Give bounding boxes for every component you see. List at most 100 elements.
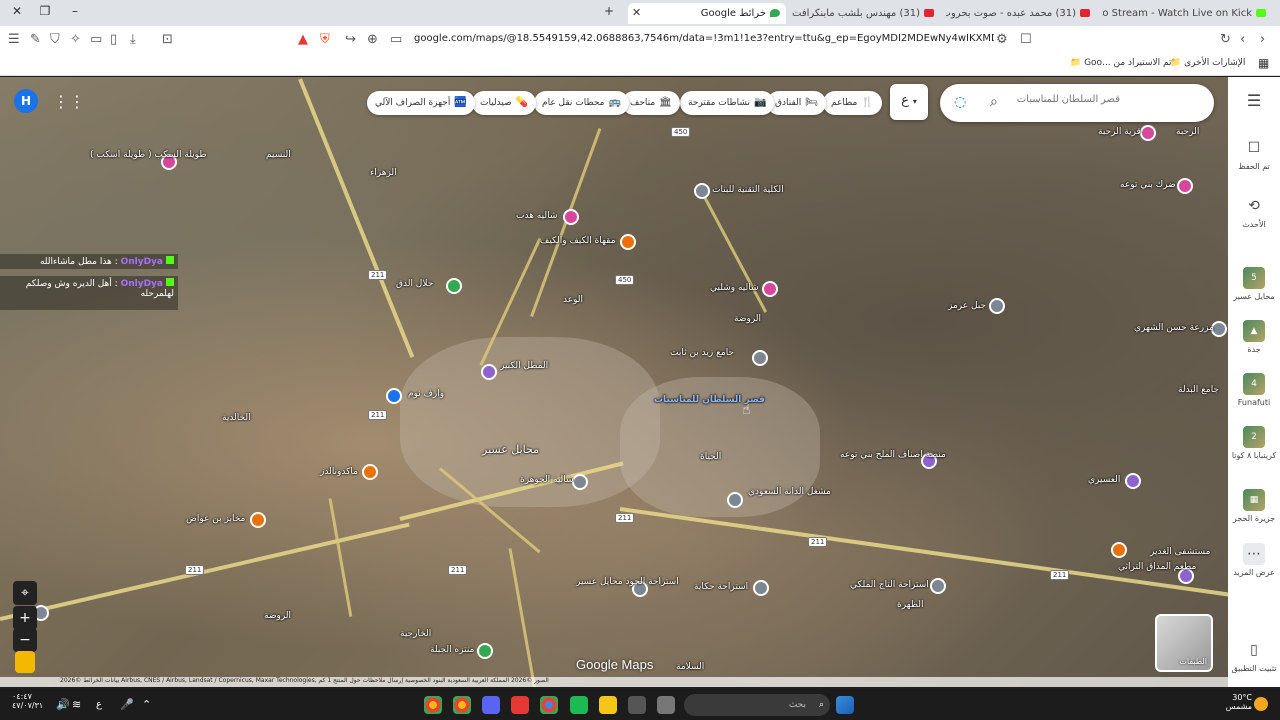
map-pin[interactable] [989,298,1005,314]
hamburger-menu-icon[interactable]: ☰ [1228,91,1280,110]
file-explorer-icon[interactable] [599,696,617,714]
chip-museums[interactable]: 🏛متاحف [622,91,680,115]
place-label[interactable]: السلامة [676,662,704,672]
sidebar-item-more[interactable]: ⋯ عرض المزيد [1228,543,1280,577]
place-label[interactable]: مشغل الدانة السعودي [748,487,831,497]
place-label[interactable]: الحياة [700,452,721,462]
place-label[interactable]: قرية الرحبة [1098,127,1141,137]
place-label[interactable]: مطعم المذاق التراثي [1118,562,1196,572]
chip-things-to-do[interactable]: 📷نشاطات مقترحة [680,91,775,115]
place-label[interactable]: منصة اصناف الملح بني توعه [840,450,946,460]
map-pin[interactable] [362,464,378,480]
place-label[interactable]: النسيم [266,150,291,160]
place-label[interactable]: مستشفى الغدير [1150,547,1210,557]
map-pin[interactable] [930,578,946,594]
pegman-icon[interactable] [15,651,35,673]
place-label[interactable]: محايل عسير [482,443,539,456]
apps-grid-icon[interactable]: ⋮⋮ [53,92,85,111]
map-pin[interactable] [481,364,497,380]
tray-overflow-icon[interactable]: ⌃ [142,698,151,711]
screenshot-icon[interactable]: ⊡ [162,32,173,47]
sidebar-item-install[interactable]: ▯ تثبيت التطبيق [1228,639,1280,673]
place-label[interactable]: شاليه وشلبي [710,283,759,293]
place-label[interactable]: منتزه الجبلة [430,645,474,655]
zoom-icon[interactable]: ⊕ [367,32,378,47]
map-pin[interactable] [1111,542,1127,558]
map-pin[interactable] [694,183,710,199]
map-pin[interactable] [762,281,778,297]
place-label[interactable]: وارف نوم [408,389,444,399]
place-label[interactable]: مزرعة حسن الشهري [1134,323,1214,333]
windows-start-icon[interactable] [836,696,854,714]
puzzle-icon[interactable]: ✧ [70,32,81,47]
tab-google-maps[interactable]: خرائط Google [628,3,786,24]
chrome-icon[interactable] [540,696,558,714]
place-label[interactable]: المطل الكبير [500,361,548,371]
map-pin[interactable] [753,580,769,596]
microphone-icon[interactable]: 🎤 [120,698,134,711]
new-tab-button[interactable]: + [600,4,618,18]
map-pin[interactable] [250,512,266,528]
place-label[interactable]: ماكدونالدز [320,467,358,477]
taskbar-search[interactable]: بحث ⌕ [684,694,830,716]
url-field[interactable]: google.com/maps/@18.5549159,42.0688863,7… [414,33,994,44]
chip-pharmacies[interactable]: 💊صيدليات [472,91,537,115]
app-icon[interactable] [511,696,529,714]
place-label[interactable]: الظهرة [897,600,923,610]
bookmark-other[interactable]: الإشارات الأخرى 📁 [1170,58,1245,68]
sidebar-icon[interactable]: ▯ [110,32,117,47]
place-label[interactable]: جامع زيد بن ثابت [670,348,734,358]
place-label[interactable]: الروضة [264,611,291,621]
place-label[interactable]: الوعد [563,295,583,305]
chrome-icon[interactable] [453,696,471,714]
chip-restaurants[interactable]: 🍴مطاعم [823,91,882,115]
bookmark-icon[interactable]: ☐ [1020,32,1032,47]
account-avatar[interactable]: H [14,89,38,113]
chip-atms[interactable]: 🏧أجهزة الصراف الآلي [367,91,475,115]
brave-shield-icon[interactable]: ⛨ [320,32,330,47]
place-label[interactable]: الزهراء [370,168,397,178]
map-pin[interactable] [727,492,743,508]
close-tab-icon[interactable]: ✕ [632,6,641,19]
close-window-icon[interactable]: ✕ [8,4,26,18]
tune-icon[interactable]: ⚙ [996,32,1008,47]
tab-kick[interactable]: Mojito Stream - Watch Live on Kick [1102,3,1272,24]
place-label[interactable]: العسيري [1088,475,1120,485]
place-label[interactable]: الخارجية [400,629,431,639]
zoom-in-button[interactable]: + [13,606,37,630]
map-pin[interactable] [572,474,588,490]
satellite-map[interactable]: 450 450 211 211 211 211 211 211 211 قصر … [0,77,1228,687]
task-view-icon[interactable] [657,696,675,714]
volume-icon[interactable]: 🔊 [56,698,70,711]
wifi-icon[interactable]: ≋ [72,698,81,711]
place-label[interactable]: جامع البدلة [1178,385,1219,395]
back-icon[interactable]: ‹ [1240,32,1245,47]
sidebar-item-recent-place[interactable]: ▲ جدة [1228,320,1280,354]
minimize-window-icon[interactable]: – [66,4,84,18]
place-label[interactable]: الروضة [734,314,761,324]
weather-widget[interactable]: 30°C مشمس [1222,693,1252,711]
share-icon[interactable]: ↪ [345,32,356,47]
place-label[interactable]: جبل عرمز [948,301,986,311]
chip-hotels[interactable]: 🛏الفنادق [767,91,826,115]
place-label[interactable]: استراحة الجود محايل عسير [576,577,679,587]
clock[interactable]: ٠٤:٤٧ ٤٧/٠٧/٣١ [12,692,43,710]
search-icon[interactable]: ⌕ [990,94,998,110]
reload-icon[interactable]: ↻ [1220,32,1231,47]
restore-window-icon[interactable]: ❐ [36,4,54,18]
chrome-icon[interactable] [424,696,442,714]
place-label[interactable]: الكلية التقنية للبنات [712,185,784,195]
map-pin[interactable] [1177,178,1193,194]
language-indicator[interactable]: ع [96,699,102,710]
menu-icon[interactable]: ☰ [8,32,20,47]
input-tools-button[interactable]: ع ▾ [890,84,928,120]
chip-transit[interactable]: 🚌محطات نقل عام [534,91,629,115]
store-icon[interactable] [628,696,646,714]
place-label[interactable]: طويلة السكب ( طويلة اسكب ) [90,150,207,160]
place-label[interactable]: شالية الجوهرة [520,475,574,485]
sidebar-item-recent-place[interactable]: 5 محايل عسير [1228,267,1280,301]
my-location-button[interactable]: ⌖ [13,581,37,605]
map-pin[interactable] [563,209,579,225]
map-pin[interactable] [446,278,462,294]
map-pin[interactable] [386,388,402,404]
